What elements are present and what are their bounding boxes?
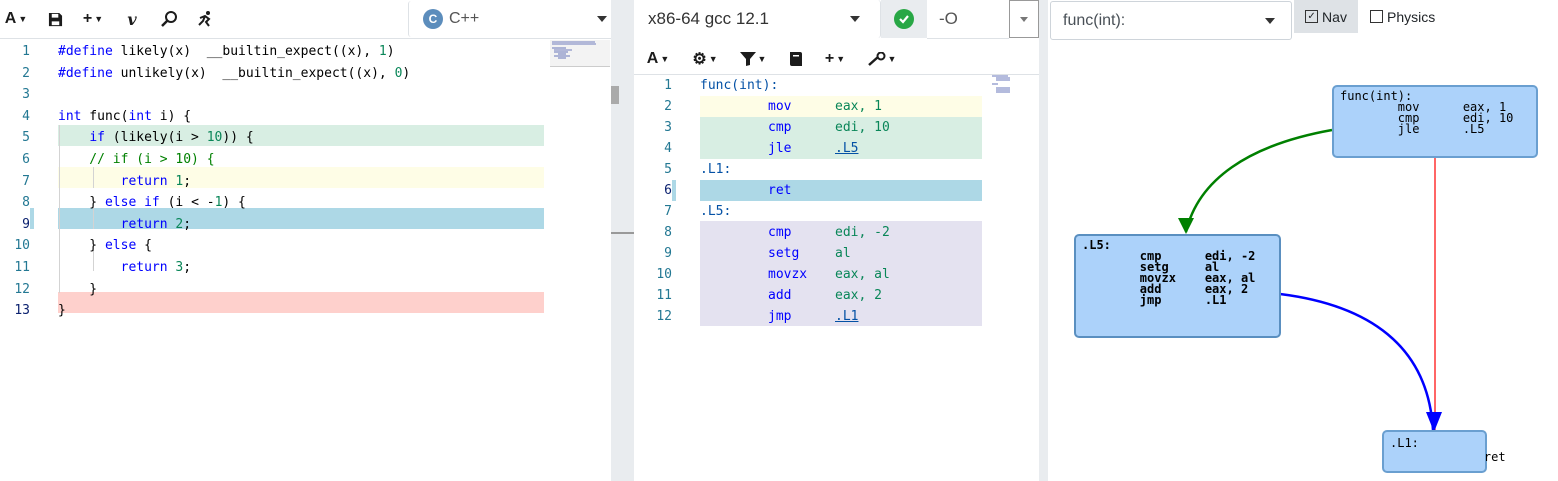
cpp-logo-icon: C — [423, 9, 443, 29]
wrench-icon[interactable]: ▼ — [866, 46, 898, 72]
edge-true — [1184, 128, 1333, 233]
compiler-flags: -O — [939, 9, 958, 28]
pane-splitter[interactable] — [611, 0, 634, 481]
line-number: 5 — [22, 130, 30, 146]
source-line[interactable]: int func(int i) { — [58, 106, 191, 127]
highlight-line-13 — [58, 292, 544, 313]
asm-opcode: setg — [768, 246, 800, 261]
line-number: 8 — [22, 195, 30, 211]
chevron-down-icon — [597, 16, 607, 22]
source-editor-pane: A ▼ + ▼ v C C++ 1 #define likely(x) __built… — [0, 0, 621, 481]
cfg-node-l1[interactable]: .L1: ret — [1382, 430, 1506, 473]
asm-opcode: cmp — [768, 225, 792, 240]
asm-opcode: mov — [768, 99, 792, 114]
line-number: 3 — [22, 87, 30, 103]
chevron-down-icon — [1020, 16, 1028, 22]
asm-operands: edi, -2 — [835, 225, 890, 240]
asm-opcode: jmp — [768, 309, 792, 324]
asm-label[interactable]: .L1: — [700, 159, 731, 180]
line-number: 1 — [22, 44, 30, 59]
asm-line-number: 4 — [664, 141, 672, 156]
line-number: 9 — [22, 216, 30, 232]
edge-jump — [1279, 292, 1435, 431]
pane-splitter[interactable] — [1039, 0, 1048, 481]
language-label: C++ — [449, 10, 480, 27]
source-line[interactable]: #define unlikely(x) __builtin_expect((x)… — [58, 63, 410, 84]
source-line[interactable]: } — [58, 279, 97, 300]
asm-opcode: movzx — [768, 267, 808, 282]
cfg-node-l5[interactable]: .L5: cmp edi, -2 setg al movzx eax, al a… — [1074, 234, 1281, 338]
asm-opcode: ret — [768, 183, 792, 198]
book-icon[interactable] — [786, 46, 806, 72]
asm-line-number: 11 — [656, 288, 672, 303]
check-circle-icon — [894, 9, 914, 29]
cfg-node-func[interactable]: func(int): mov eax, 1 cmp edi, 10 jle .L… — [1332, 85, 1538, 158]
runner-icon[interactable] — [194, 6, 216, 32]
vim-mode-icon[interactable]: v — [122, 6, 142, 32]
asm-opcode: add — [768, 288, 792, 303]
asm-line-number: 6 — [664, 183, 672, 198]
asm-line-number: 12 — [656, 309, 672, 324]
source-line[interactable]: if (likely(i > 10)) { — [58, 127, 253, 148]
control-flow-graph-pane: func(int): ✓ Nav Physics func(int): mov … — [1048, 0, 1558, 481]
asm-line-number: 2 — [664, 99, 672, 114]
asm-operands: edi, 10 — [835, 120, 890, 135]
source-line[interactable]: return 3; — [58, 257, 191, 278]
asm-minimap[interactable] — [990, 74, 1030, 98]
asm-line-number: 7 — [664, 204, 672, 219]
source-line[interactable]: // if (i > 10) { — [58, 149, 214, 170]
line-number: 10 — [14, 238, 30, 254]
source-line[interactable]: return 2; — [58, 214, 191, 235]
add-tool-button[interactable]: + ▼ — [820, 46, 850, 72]
compiler-flags-input[interactable]: -O — [927, 0, 1009, 39]
source-line[interactable]: } else { — [58, 235, 152, 256]
source-line[interactable]: return 1; — [58, 171, 191, 192]
asm-operands: eax, 1 — [835, 99, 882, 114]
language-select[interactable]: C C++ — [408, 1, 621, 37]
asm-operands: eax, al — [835, 267, 890, 282]
search-icon[interactable] — [158, 6, 180, 32]
compiler-name: x86-64 gcc 12.1 — [648, 9, 769, 28]
filter-icon[interactable]: ▼ — [738, 46, 768, 72]
line-number: 6 — [22, 152, 30, 167]
asm-line-number: 8 — [664, 225, 672, 240]
settings-gear-icon[interactable]: ⚙ ▼ — [690, 46, 720, 72]
source-line[interactable]: #define likely(x) __builtin_expect((x), … — [58, 41, 395, 62]
asm-line-number: 3 — [664, 120, 672, 135]
asm-line-number: 5 — [664, 162, 672, 177]
flags-dropdown-button[interactable] — [1009, 0, 1039, 38]
line-number: 11 — [14, 260, 30, 275]
add-pane-button[interactable]: + ▼ — [78, 6, 108, 32]
save-icon[interactable] — [44, 6, 66, 32]
asm-opcode: cmp — [768, 120, 792, 135]
line-number: 13 — [14, 303, 30, 319]
asm-operands: eax, 2 — [835, 288, 882, 303]
line-number: 12 — [14, 281, 30, 297]
asm-operands: al — [835, 246, 851, 261]
minimap[interactable] — [550, 40, 610, 67]
asm-line-number: 10 — [656, 267, 672, 282]
asm-label[interactable]: .L5: — [700, 201, 731, 222]
chevron-down-icon — [850, 16, 860, 22]
asm-line-number: 9 — [664, 246, 672, 261]
asm-label[interactable]: func(int): — [700, 75, 778, 96]
asm-label-link[interactable]: .L5 — [835, 138, 858, 159]
compiler-output-pane: x86-64 gcc 12.1 -O A ▼ ⚙ ▼ ▼ + ▼ ▼ 1 func(in… — [634, 0, 1039, 481]
asm-label-link[interactable]: .L1 — [835, 306, 858, 327]
line-number: 7 — [22, 173, 30, 189]
compile-status[interactable] — [881, 0, 927, 38]
asm-opcode: jle — [768, 141, 792, 156]
line-number: 4 — [22, 108, 30, 124]
line-marker-9 — [30, 208, 34, 229]
font-size-button[interactable]: A ▼ — [644, 46, 672, 72]
compiler-select[interactable]: x86-64 gcc 12.1 — [634, 0, 881, 38]
asm-line-number: 1 — [664, 78, 672, 93]
font-size-button[interactable]: A ▼ — [2, 6, 30, 32]
line-number: 2 — [22, 65, 30, 81]
source-line[interactable]: } else if (i < -1) { — [58, 192, 246, 213]
source-line[interactable]: } — [58, 300, 66, 321]
